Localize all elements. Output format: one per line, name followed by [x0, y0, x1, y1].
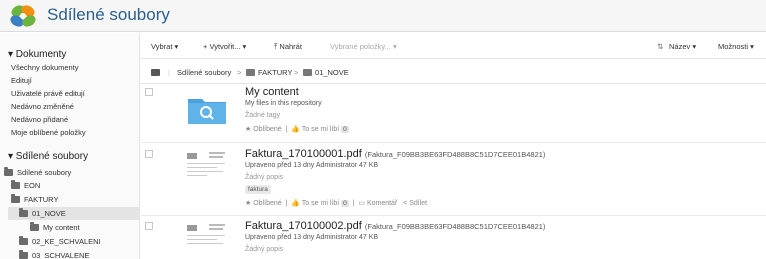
sidebar-item-all-documents[interactable]: Všechny dokumenty [11, 63, 79, 72]
tree-item-01-nove[interactable]: 01_NOVE [19, 208, 66, 219]
item-name[interactable]: Faktura_170100002.pdf (Faktura_F09BB3BE6… [245, 220, 545, 232]
select-menu-button[interactable]: Vybrat ▾ [151, 42, 178, 51]
app-logo-icon [10, 5, 36, 27]
share-link[interactable]: Sdílet [409, 200, 427, 207]
comment-link[interactable]: Komentář [367, 200, 397, 207]
folder-icon [19, 236, 28, 245]
star-icon[interactable]: ★ [245, 126, 251, 133]
breadcrumb-separator: > [294, 68, 299, 77]
breadcrumb-separator: > [237, 68, 242, 77]
star-icon[interactable]: ★ [245, 200, 251, 207]
item-actions: ★ Oblíbené | 👍 To se mi líbí 0 [245, 126, 349, 133]
folder-icon [19, 250, 28, 259]
share-icon[interactable]: < [403, 200, 407, 207]
like-count: 0 [341, 200, 349, 207]
like-count: 0 [341, 126, 349, 133]
like-link[interactable]: To se mi líbí [302, 200, 339, 207]
list-item[interactable]: Faktura_170100001.pdf (Faktura_F09BB3BE6… [141, 146, 766, 216]
row-checkbox[interactable] [145, 150, 153, 158]
favorite-link[interactable]: Oblíbené [253, 200, 281, 207]
breadcrumb-01-nove[interactable]: 01_NOVE [303, 68, 349, 77]
item-tags: Žádné tagy [245, 112, 281, 119]
folder-icon [19, 208, 28, 217]
breadcrumb-faktury[interactable]: FAKTURY [246, 68, 292, 77]
toolbar: Vybrat ▾ + Vytvořit... ▾ ⤒ Nahrát Vybran… [141, 33, 766, 59]
item-name[interactable]: My content [245, 86, 299, 98]
upload-button[interactable]: ⤒ Nahrát [274, 42, 302, 52]
sidebar-header-shared[interactable]: ▾ Sdílené soubory [8, 151, 88, 162]
row-checkbox[interactable] [145, 222, 153, 230]
item-modified: Upraveno před 13 dny Administrator 47 KB [245, 162, 379, 169]
tree-item-shared-root[interactable]: Sdílené soubory [4, 167, 71, 178]
sidebar-item-recently-modified[interactable]: Nedávno změněné [11, 102, 74, 111]
comment-icon[interactable]: ▭ [358, 200, 365, 207]
item-description: My files in this repository [245, 100, 322, 107]
tree-item-faktury[interactable]: FAKTURY [11, 194, 58, 205]
folder-icon [30, 222, 39, 231]
item-description: Žádný popis [245, 174, 284, 181]
sort-icon[interactable]: ⇅ [657, 42, 663, 51]
tree-item-02-ke-schvaleni[interactable]: 02_KE_SCHVALENI [19, 236, 101, 247]
folder-icon [303, 69, 312, 76]
options-menu-button[interactable]: Možnosti ▾ [718, 42, 754, 51]
folder-icon [11, 180, 20, 189]
thumb-up-icon[interactable]: 👍 [291, 126, 300, 133]
sidebar-item-others-editing[interactable]: Uživatelé právě editují [11, 89, 85, 98]
folder-icon [4, 167, 13, 176]
document-thumbnail-icon [185, 222, 229, 252]
tag-badge[interactable]: faktura [245, 185, 271, 194]
create-menu-button[interactable]: + Vytvořit... ▾ [203, 42, 246, 51]
sidebar-item-recently-added[interactable]: Nedávno přidané [11, 115, 68, 124]
like-link[interactable]: To se mi líbí [302, 126, 339, 133]
item-actions: ★ Oblíbené | 👍 To se mi líbí 0 | ▭ Komen… [245, 200, 428, 207]
item-modified: Upraveno před 13 dny Administrator 47 KB [245, 234, 379, 241]
tree-item-eon[interactable]: EON [11, 180, 40, 191]
folder-icon [246, 69, 255, 76]
tree-item-my-content[interactable]: My content [30, 222, 80, 233]
document-thumbnail-icon [185, 150, 229, 180]
sidebar: ▾ Dokumenty Všechny dokumenty Editují Už… [0, 33, 140, 259]
item-name[interactable]: Faktura_170100001.pdf (Faktura_F09BB3BE6… [245, 148, 545, 160]
row-checkbox[interactable] [145, 88, 153, 96]
sidebar-item-editing[interactable]: Editují [11, 76, 32, 85]
page-title: Sdílené soubory [47, 5, 170, 24]
folder-up-icon[interactable] [151, 68, 163, 77]
breadcrumb-root[interactable]: Sdílené soubory [177, 68, 231, 77]
list-item[interactable]: Faktura_170100002.pdf (Faktura_F09BB3BE6… [141, 218, 766, 259]
item-description: Žádný popis [245, 246, 284, 253]
tree-item-03-schvalene[interactable]: 03_SCHVALENE [19, 250, 89, 259]
thumb-up-icon[interactable]: 👍 [291, 200, 300, 207]
sidebar-item-my-favorites[interactable]: Moje oblíbené položky [11, 128, 86, 137]
app-header: Sdílené soubory [0, 0, 766, 32]
favorite-link[interactable]: Oblíbené [253, 126, 281, 133]
list-item[interactable]: My content My files in this repository Ž… [141, 84, 766, 143]
selected-items-menu[interactable]: Vybrané položky... ▾ [330, 42, 397, 51]
breadcrumb: | Sdílené soubory > FAKTURY > 01_NOVE [141, 60, 766, 84]
folder-icon [11, 194, 20, 203]
sort-field-menu[interactable]: Název ▾ [669, 42, 696, 51]
breadcrumb-divider: | [168, 68, 170, 77]
folder-search-icon [188, 99, 226, 124]
sidebar-header-documents[interactable]: ▾ Dokumenty [8, 49, 66, 60]
